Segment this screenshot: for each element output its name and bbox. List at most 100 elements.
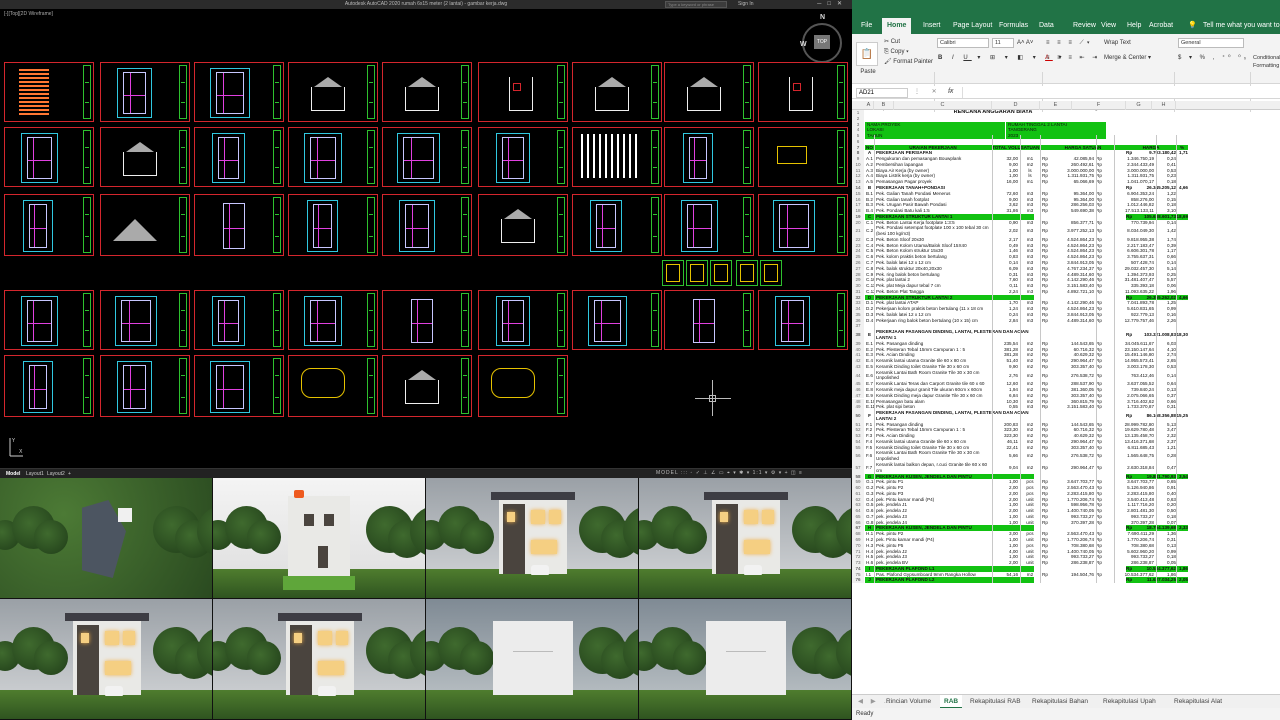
autocad-window-controls[interactable]: ─□✕ (817, 0, 848, 9)
row-number[interactable]: 21 (852, 225, 864, 237)
drawing-sheet[interactable] (194, 290, 284, 350)
column-header[interactable]: F (1072, 101, 1126, 110)
item-percent[interactable]: 0,28 (1156, 450, 1176, 462)
section-percent[interactable]: 18,30 (1176, 329, 1189, 341)
drawing-sheet[interactable] (194, 127, 284, 187)
tab-layout1[interactable]: Layout1 (26, 470, 44, 478)
section-title[interactable]: PEKERJAAN PLAFOND L2 (874, 577, 1034, 584)
drawing-sheet[interactable] (664, 127, 754, 187)
drawing-sheet[interactable] (100, 355, 190, 417)
ribbon-tab-insert[interactable]: Insert (918, 18, 946, 34)
section-currency[interactable]: Rp (1126, 577, 1136, 584)
ribbon-tab-tell-me-what-you-want-to-do[interactable]: Tell me what you want to do (1198, 18, 1280, 34)
item-unit[interactable]: m2 (1020, 462, 1040, 474)
row-number[interactable]: 57 (852, 461, 864, 474)
autocad-search-input[interactable]: Type a keyword or phrase (665, 1, 727, 8)
ribbon-tab-help[interactable]: Help (1122, 18, 1146, 34)
item-percent[interactable]: 1,42 (1156, 225, 1176, 237)
drawing-sheet[interactable] (382, 62, 472, 122)
item-currency-1[interactable]: Rp (1042, 462, 1052, 474)
detail-sheet[interactable] (686, 260, 708, 286)
section-title[interactable]: PEKERJAAN PASANGAN DINDING, LANTAI, PLES… (874, 329, 1034, 341)
spreadsheet-grid[interactable]: 1 RENCANA ANGGARAN BIAYA 2 3 NAMA PROYEK RUMA… (852, 110, 1280, 694)
section-currency[interactable]: Rp (1126, 329, 1136, 341)
item-code[interactable]: E.6 (865, 370, 874, 382)
tab-layout2[interactable]: Layout2 (47, 470, 65, 478)
item-currency-2[interactable]: Rp (1096, 370, 1106, 382)
drawing-sheet[interactable] (4, 127, 94, 187)
drawing-sheet[interactable] (288, 127, 378, 187)
font-size-box[interactable]: 11 (992, 38, 1014, 48)
merge-center-button[interactable]: Merge & Center ▾ (1104, 54, 1151, 62)
drawing-sheet[interactable] (288, 290, 378, 350)
item-unit-price[interactable]: 3.977.252,13 (1052, 225, 1094, 237)
drawing-sheet[interactable] (288, 355, 378, 417)
drawing-sheet[interactable] (4, 62, 94, 122)
drawing-sheet[interactable] (194, 194, 284, 256)
item-volume[interactable]: 9,04 (992, 462, 1018, 474)
item-description[interactable]: Keramik Lantai Bath Room Granite Tile 30… (874, 370, 992, 382)
drawing-sheet[interactable] (382, 127, 472, 187)
item-unit[interactable]: m3 (1020, 225, 1040, 237)
item-code[interactable]: C.2 (865, 225, 874, 237)
item-description[interactable]: Pek. Pondasi setempat footplate 100 x 10… (874, 225, 992, 237)
ribbon-tab-view[interactable]: View (1096, 18, 1121, 34)
format-painter-button[interactable]: 🖌 Format Painter (884, 58, 933, 66)
drawing-sheet[interactable] (4, 355, 94, 417)
detail-sheet[interactable] (760, 260, 782, 286)
column-header[interactable]: A (864, 101, 874, 110)
section-percent[interactable]: 2,05 (1176, 577, 1188, 584)
drawing-sheet[interactable] (572, 290, 662, 350)
item-total[interactable]: 763.412,46 (1114, 370, 1154, 382)
drawing-sheet[interactable] (664, 290, 754, 350)
item-total[interactable]: 1.565.648,75 (1114, 450, 1154, 462)
font-grow-shrink-icon[interactable]: A˄ A˅ (1017, 39, 1033, 47)
drawing-sheet[interactable] (758, 62, 848, 122)
number-format-box[interactable]: General (1178, 38, 1244, 48)
sheet-tab-rekapitulasi-alat[interactable]: Rekapitulasi Alat (1170, 695, 1226, 709)
section-percent[interactable]: 15,25 (1176, 410, 1189, 422)
ribbon-tab-acrobat[interactable]: Acrobat (1144, 18, 1178, 34)
item-description[interactable]: Keramik lantai balkon depan, r.cuci Gran… (874, 462, 992, 474)
item-code[interactable]: F.7 (865, 462, 874, 474)
viewport-label[interactable]: [-][Top][2D Wireframe] (4, 11, 53, 17)
sheet-tab-rekapitulasi-rab[interactable]: Rekapitulasi RAB (966, 695, 1025, 709)
viewcube-top[interactable]: TOP (814, 35, 830, 49)
item-currency-2[interactable]: Rp (1096, 225, 1106, 237)
drawing-sheet[interactable] (100, 127, 190, 187)
name-box[interactable]: AD21 (856, 88, 908, 98)
sheet-tab-rekapitulasi-bahan[interactable]: Rekapitulasi Bahan (1028, 695, 1092, 709)
item-percent[interactable]: 0,14 (1156, 370, 1176, 382)
drawing-sheet[interactable] (100, 62, 190, 122)
item-description[interactable]: Keramik Lantai Bath Room Granite Tile 30… (874, 450, 992, 462)
drawing-sheet[interactable] (194, 355, 284, 417)
drawing-sheet[interactable] (664, 62, 754, 122)
section-code[interactable]: E (865, 329, 874, 341)
drawing-sheet[interactable] (478, 290, 568, 350)
column-header[interactable]: E (1040, 101, 1072, 110)
drawing-sheet[interactable] (100, 194, 190, 256)
sheet-tab-rekapitulasi-upah[interactable]: Rekapitulasi Upah (1099, 695, 1160, 709)
formula-input[interactable] (962, 87, 1278, 98)
drawing-sheet[interactable] (382, 355, 472, 417)
drawing-sheet[interactable] (100, 290, 190, 350)
item-currency-1[interactable]: Rp (1042, 225, 1052, 237)
item-percent[interactable]: 0,47 (1156, 462, 1176, 474)
drawing-sheet[interactable] (478, 62, 568, 122)
paste-button[interactable]: Paste (856, 68, 880, 76)
drawing-sheet[interactable] (382, 290, 472, 350)
drawing-sheet[interactable] (4, 194, 94, 256)
insert-function-icon[interactable]: fx (948, 88, 953, 95)
detail-sheet[interactable] (710, 260, 732, 286)
item-volume[interactable]: 2,76 (992, 370, 1018, 382)
align-horizontal-icons[interactable]: ≡ ≡ ≡ ⇤ ⇥ (1046, 54, 1100, 62)
item-volume[interactable]: 2,02 (992, 225, 1018, 237)
row-number[interactable]: 50 (852, 410, 864, 422)
item-volume[interactable]: 5,66 (992, 450, 1018, 462)
drawing-sheet[interactable] (382, 194, 472, 256)
column-header[interactable]: H (1152, 101, 1176, 110)
section-currency[interactable]: Rp (1126, 410, 1136, 422)
column-header[interactable]: D (992, 101, 1040, 110)
ribbon-tab-data[interactable]: Data (1034, 18, 1059, 34)
conditional-formatting-button[interactable]: Conditional Formatting (1253, 54, 1280, 70)
